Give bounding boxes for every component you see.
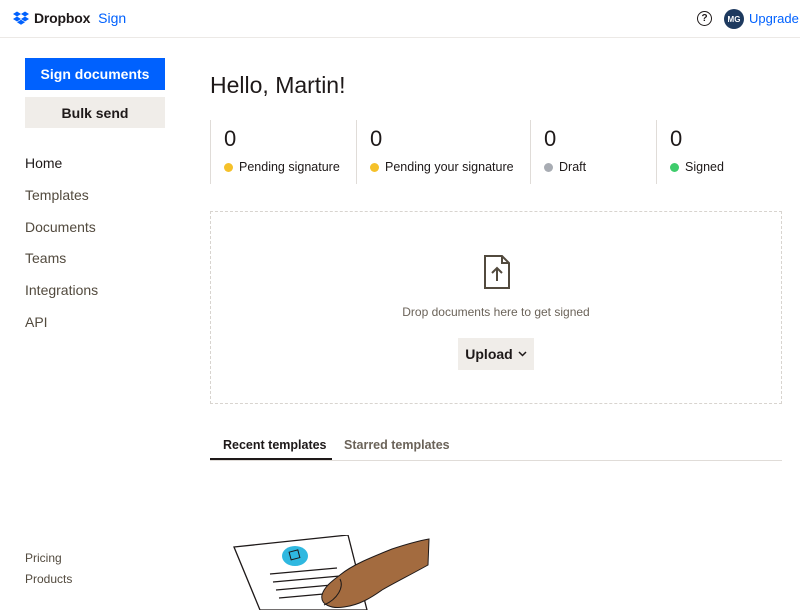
upgrade-link[interactable]: Upgrade (749, 11, 799, 26)
dropzone-text: Drop documents here to get signed (402, 305, 590, 319)
sign-documents-button[interactable]: Sign documents (25, 58, 165, 90)
stat-label: Draft (559, 160, 587, 174)
avatar[interactable]: MG (724, 9, 744, 29)
stat-signed[interactable]: 0 Signed (656, 120, 782, 184)
sidebar-item-documents[interactable]: Documents (25, 216, 98, 248)
tab-recent-templates[interactable]: Recent templates (223, 438, 327, 452)
stat-count: 0 (224, 126, 237, 151)
stat-count: 0 (370, 126, 383, 151)
sidebar-item-teams[interactable]: Teams (25, 247, 98, 279)
dropbox-sign-logo[interactable]: Dropbox Sign (13, 10, 126, 26)
stat-label: Signed (685, 160, 724, 174)
dropbox-logo-icon (13, 11, 29, 25)
stat-draft[interactable]: 0 Draft (530, 120, 656, 184)
bulk-send-button[interactable]: Bulk send (25, 97, 165, 128)
signing-illustration (233, 535, 430, 610)
upload-button[interactable]: Upload (458, 338, 534, 370)
document-dropzone[interactable]: Drop documents here to get signed Upload (210, 211, 782, 404)
brand-name: Dropbox (34, 10, 91, 26)
sidebar-item-api[interactable]: API (25, 311, 98, 343)
chevron-down-icon (518, 351, 527, 357)
sidebar-item-templates[interactable]: Templates (25, 184, 98, 216)
status-dot-icon (670, 162, 679, 172)
help-icon[interactable]: ? (697, 11, 712, 26)
sidebar-footer: Pricing Products (25, 550, 72, 592)
products-link[interactable]: Products (25, 571, 72, 592)
stat-count: 0 (544, 126, 557, 151)
product-name: Sign (98, 10, 127, 26)
sidebar-item-home[interactable]: Home (25, 152, 98, 184)
status-dot-icon (544, 162, 553, 172)
document-upload-icon (484, 255, 510, 289)
stat-pending-your-signature[interactable]: 0 Pending your signature (356, 120, 530, 184)
status-dot-icon (370, 162, 379, 172)
tab-starred-templates[interactable]: Starred templates (344, 438, 450, 452)
stat-label: Pending signature (239, 160, 340, 174)
page-title: Hello, Martin! (210, 72, 346, 98)
templates-tabs: Recent templates Starred templates (210, 431, 782, 461)
stat-count: 0 (670, 126, 683, 151)
status-summary: 0 Pending signature 0 Pending your signa… (210, 120, 782, 184)
status-dot-icon (224, 162, 233, 172)
upload-label: Upload (465, 346, 513, 362)
sidebar-item-integrations[interactable]: Integrations (25, 279, 98, 311)
stat-pending-signature[interactable]: 0 Pending signature (210, 120, 356, 184)
stat-label: Pending your signature (385, 160, 514, 174)
sidebar-nav: Home Templates Documents Teams Integrati… (25, 152, 98, 343)
pricing-link[interactable]: Pricing (25, 550, 72, 571)
top-bar: Dropbox Sign ? MG Upgrade (0, 0, 800, 38)
active-tab-indicator (210, 458, 332, 460)
